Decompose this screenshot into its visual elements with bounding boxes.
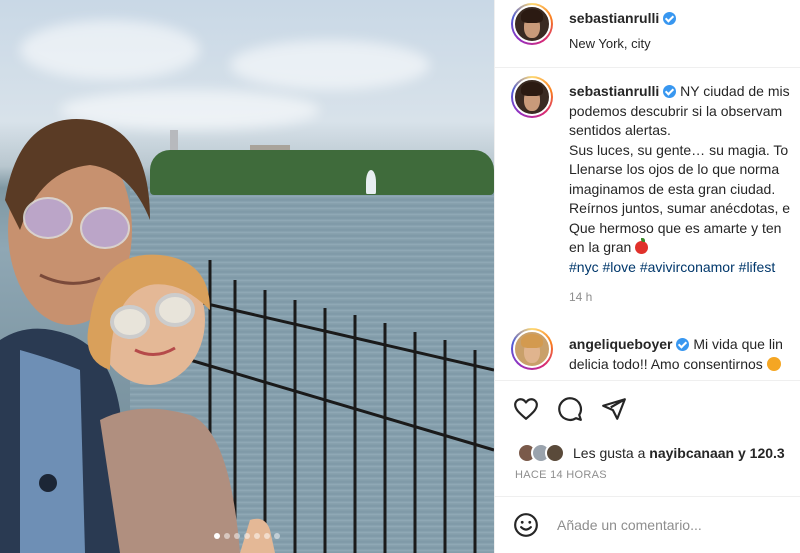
author-username[interactable]: sebastianrulli — [569, 10, 659, 26]
caption-line: Sus luces, su gente… su magia. To — [569, 141, 789, 158]
carousel-dots — [0, 533, 494, 539]
post-caption: sebastianrulli NY ciudad de mis podemos … — [569, 82, 800, 277]
comment: angeliqueboyer Mi vida que lin delicia t… — [569, 334, 800, 374]
caption-line: Reírnos juntos, sumar anécdotas, e — [569, 200, 791, 216]
divider — [495, 380, 800, 381]
caption-line: en la gran — [569, 239, 632, 255]
liker-username[interactable]: nayibcanaan — [649, 445, 734, 461]
post-header: sebastianrulli New York, city — [495, 0, 800, 68]
likes-summary[interactable]: Les gusta a nayibcanaan y 120.3 — [517, 443, 785, 463]
post-details-panel: sebastianrulli New York, city sebastianr… — [494, 0, 800, 553]
emoji-icon — [766, 357, 781, 371]
hashtag[interactable]: #nyc — [569, 259, 599, 275]
heart-icon[interactable] — [513, 396, 539, 422]
posted-time[interactable]: HACE 14 HORAS — [515, 469, 607, 481]
caption-time[interactable]: 14 h — [569, 290, 592, 304]
comment-text: delicia todo!! Amo consentirnos — [569, 356, 763, 372]
add-comment-bar — [513, 512, 777, 538]
likes-prefix: Les gusta a — [573, 445, 646, 461]
post-photo[interactable] — [0, 0, 494, 553]
verified-icon — [676, 338, 690, 351]
share-icon[interactable] — [601, 396, 627, 422]
caption-username[interactable]: sebastianrulli — [569, 83, 659, 99]
verified-icon — [663, 12, 677, 25]
divider — [495, 496, 800, 497]
emoji-icon[interactable] — [513, 512, 539, 538]
commenter-username[interactable]: angeliqueboyer — [569, 336, 672, 352]
caption-line: Llenarse los ojos de lo que norma — [569, 161, 780, 177]
caption-author-avatar[interactable] — [511, 76, 553, 118]
comment-icon[interactable] — [557, 396, 583, 422]
likes-count[interactable]: y 120.3 — [738, 445, 785, 461]
verified-icon — [663, 85, 677, 98]
instagram-post-view: sebastianrulli New York, city sebastianr… — [0, 0, 800, 553]
action-bar — [513, 396, 627, 422]
comment-input[interactable] — [557, 517, 777, 533]
caption-line: NY ciudad de mis — [680, 83, 790, 99]
caption-line: podemos descubrir si la observam — [569, 102, 783, 119]
post-location[interactable]: New York, city — [569, 36, 676, 51]
hashtag[interactable]: #love — [602, 259, 635, 275]
author-info: sebastianrulli New York, city — [569, 10, 677, 51]
commenter-avatar[interactable] — [511, 328, 553, 370]
likes-text: Les gusta a nayibcanaan y 120.3 — [573, 445, 785, 461]
liker-avatar — [545, 443, 565, 463]
caption-line: sentidos alertas. — [569, 122, 671, 138]
caption-line: Que hermoso que es amarte y ten — [569, 219, 782, 236]
comment-text: Mi vida que lin — [693, 336, 783, 352]
apple-emoji-icon — [635, 238, 649, 254]
author-avatar[interactable] — [511, 3, 553, 45]
hashtag[interactable]: #lifest — [739, 259, 776, 275]
caption-line: imaginamos de esta gran ciudad. — [569, 180, 776, 197]
hashtag[interactable]: #avivirconamor — [640, 259, 735, 275]
woman-figure — [87, 254, 275, 553]
